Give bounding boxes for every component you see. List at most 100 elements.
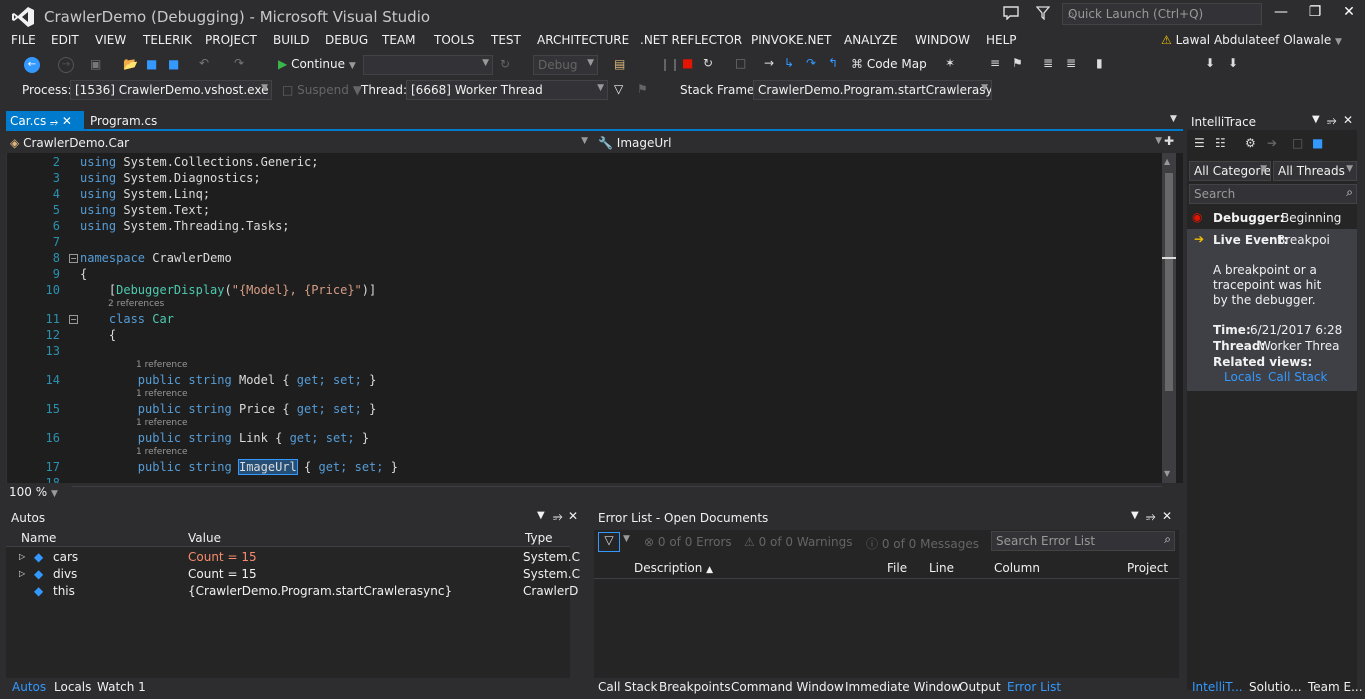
locals-link[interactable]: Locals — [1224, 370, 1261, 384]
autos-pin-icon[interactable]: ⭌ — [553, 509, 563, 529]
warnings-toggle[interactable]: ⚠ 0 of 0 Warnings — [744, 535, 852, 549]
tab-car-cs[interactable]: Car.cs ⭌ ✕ — [6, 111, 84, 131]
codelens-references[interactable]: 1 reference — [136, 389, 188, 399]
errors-toggle[interactable]: ⊗ 0 of 0 Errors — [644, 535, 732, 549]
step-over-icon[interactable]: ↷ — [806, 56, 822, 72]
codelens-references[interactable]: 1 reference — [136, 447, 188, 457]
settings-gear-icon[interactable]: ⚙ — [1245, 136, 1256, 150]
codelens-references[interactable]: 1 reference — [136, 360, 188, 370]
redo-icon[interactable]: ↷ — [234, 56, 250, 72]
stop-icon[interactable]: ■ — [682, 56, 698, 72]
categories-select[interactable]: All Categorie ▼ — [1189, 161, 1271, 181]
hex-display-icon[interactable]: ✶ — [945, 56, 961, 72]
tab-output[interactable]: Output — [959, 680, 1001, 694]
open-log-icon[interactable]: □ — [1292, 136, 1303, 150]
col-value[interactable]: Value — [188, 531, 221, 545]
collapse-icon[interactable]: − — [69, 254, 78, 263]
menu-window[interactable]: WINDOW — [915, 33, 970, 47]
scroll-up-icon[interactable]: ▲ — [1164, 157, 1170, 166]
continue-button[interactable]: ▶ Continue ▼ — [278, 57, 356, 71]
messages-toggle[interactable]: ⓘ 0 of 0 Messages — [866, 535, 979, 552]
collapse-icon[interactable]: − — [69, 315, 78, 324]
error-filter-icon[interactable]: ▽ — [598, 532, 620, 552]
event-live-breakpoint[interactable]: ➔ Live Event: Breakpoi A breakpoint or a… — [1187, 229, 1357, 391]
zoom-select[interactable]: 100 % ▼ — [9, 485, 58, 499]
menu-file[interactable]: FILE — [11, 33, 36, 47]
scroll-thumb[interactable] — [1165, 173, 1173, 391]
codelens-references[interactable]: 1 reference — [136, 418, 188, 428]
codelens-references[interactable]: 2 references — [108, 299, 164, 309]
tab-call-stack[interactable]: Call Stack — [598, 680, 657, 694]
step-arrow-icon[interactable]: → — [764, 56, 780, 72]
menu-build[interactable]: BUILD — [273, 33, 309, 47]
tab-autos[interactable]: Autos — [12, 680, 46, 694]
configuration-select[interactable]: Debug ▼ — [533, 55, 598, 75]
refresh-icon[interactable]: ↻ — [500, 57, 516, 73]
tab-watch-1[interactable]: Watch 1 — [97, 680, 146, 694]
menu-test[interactable]: TEST — [491, 33, 521, 47]
error-list-menu-icon[interactable]: ▼ — [1131, 510, 1139, 530]
close-tab-icon[interactable]: ✕ — [62, 114, 72, 128]
table-row[interactable]: ◆ this {CrawlerDemo.Program.startCrawler… — [6, 583, 578, 600]
indent-icon[interactable]: ≣ — [1066, 56, 1082, 72]
threads-icon[interactable]: ≡ — [990, 56, 1006, 72]
menu-pinvoke[interactable]: PINVOKE.NET — [751, 33, 831, 47]
col-name[interactable]: Name — [21, 531, 56, 545]
list-view-icon[interactable]: ☰ — [1194, 136, 1205, 150]
pin-icon[interactable]: ⭌ — [50, 117, 58, 128]
menu-telerik[interactable]: TELERIK — [143, 33, 192, 47]
pause-icon[interactable]: ❙❙ — [660, 57, 680, 73]
autos-close-icon[interactable]: ✕ — [568, 509, 578, 529]
navigate-forward-icon[interactable]: → — [58, 57, 74, 73]
open-folder-icon[interactable]: 📂 — [123, 57, 139, 73]
thread-flag-icon[interactable]: ⚑ — [637, 82, 648, 96]
menu-team[interactable]: TEAM — [382, 33, 415, 47]
editor-horizontal-scrollbar[interactable] — [72, 486, 1162, 498]
menu-net-reflector[interactable]: .NET REFLECTOR — [640, 33, 742, 47]
new-project-icon[interactable]: ▣ — [90, 57, 106, 73]
save-log-icon[interactable]: ■ — [1312, 136, 1323, 150]
flag-icon[interactable]: ⚑ — [1012, 56, 1028, 72]
member-nav-select[interactable]: 🔧 ImageUrl ▼ — [598, 136, 1168, 150]
tab-locals[interactable]: Locals — [54, 680, 91, 694]
step-out-icon[interactable]: ↰ — [828, 56, 844, 72]
undo-icon[interactable]: ↶ — [199, 56, 215, 72]
scroll-down-icon[interactable]: ▼ — [1164, 469, 1170, 478]
minimize-button[interactable]: — — [1264, 4, 1298, 24]
maximize-button[interactable]: ❐ — [1298, 4, 1332, 24]
expand-icon[interactable]: ▷ — [19, 569, 25, 578]
feedback-icon[interactable] — [1003, 6, 1019, 20]
tab-overflow-icon[interactable]: ▼ — [1166, 111, 1181, 131]
deploy-icon[interactable]: ⬇ — [1205, 56, 1221, 72]
menu-debug[interactable]: DEBUG — [325, 33, 368, 47]
outdent-icon[interactable]: ≣ — [1043, 56, 1059, 72]
show-next-statement-icon[interactable]: □ — [735, 56, 751, 72]
close-button[interactable]: ✕ — [1332, 4, 1365, 24]
stack-frame-select[interactable]: CrawlerDemo.Program.startCrawlerasync ▼ — [753, 80, 992, 100]
autos-menu-icon[interactable]: ▼ — [537, 510, 545, 530]
menu-tools[interactable]: TOOLS — [434, 33, 475, 47]
error-list-close-icon[interactable]: ✕ — [1162, 509, 1172, 529]
solution-platform-select[interactable]: ▼ — [363, 55, 493, 75]
step-into-icon[interactable]: ↳ — [784, 56, 800, 72]
tab-program-cs[interactable]: Program.cs — [86, 111, 161, 131]
intellitrace-search-input[interactable]: Search ⌕ — [1189, 184, 1357, 204]
suspend-button[interactable]: □ Suspend ▼ — [282, 83, 362, 97]
tab-solution-explorer[interactable]: Solutio... — [1249, 680, 1302, 694]
thread-select[interactable]: [6668] Worker Thread ▼ — [406, 80, 608, 100]
table-row[interactable]: ▷ ◆ cars Count = 15 System.C — [6, 549, 580, 566]
menu-project[interactable]: PROJECT — [205, 33, 257, 47]
menu-architecture[interactable]: ARCHITECTURE — [537, 33, 629, 47]
col-project[interactable]: Project — [1127, 561, 1168, 575]
error-search-input[interactable]: Search Error List ⌕ — [991, 531, 1175, 551]
calls-view-icon[interactable]: ☷ — [1215, 136, 1226, 150]
col-column[interactable]: Column — [994, 561, 1040, 575]
navigate-back-icon[interactable]: ← — [24, 57, 40, 73]
attach-icon[interactable]: ▤ — [614, 57, 630, 73]
restart-icon[interactable]: ↻ — [703, 56, 719, 72]
thread-filter-icon[interactable]: ▽ — [614, 82, 623, 96]
tab-command-window[interactable]: Command Window — [731, 680, 844, 694]
code-map-button[interactable]: ⌘ Code Map — [851, 57, 927, 71]
col-line[interactable]: Line — [929, 561, 954, 575]
user-account[interactable]: ⚠ Lawal Abdulateef Olawale ▼ — [1161, 33, 1342, 47]
